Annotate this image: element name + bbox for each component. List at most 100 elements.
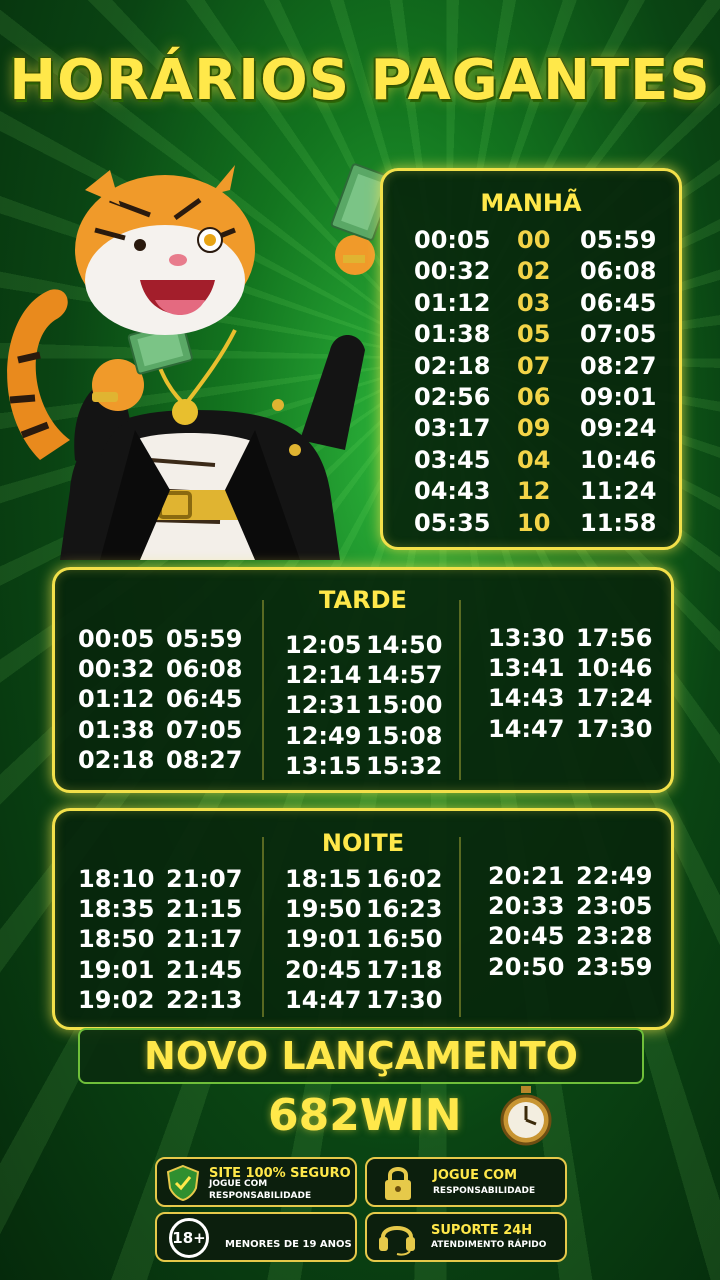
afternoon-time-value: 15:32	[366, 751, 443, 780]
afternoon-divider-1	[262, 600, 264, 780]
support-badge-title: SUPORTE 24H	[431, 1223, 533, 1238]
morning-minute-value: 12	[517, 477, 551, 506]
afternoon-time-value: 17:30	[576, 714, 653, 743]
secure-badge-line2: RESPONSABILIDADE	[209, 1191, 312, 1201]
night-time-value: 21:45	[166, 955, 243, 984]
night-time-value: 20:50	[488, 952, 565, 981]
morning-time-value: 08:27	[580, 351, 657, 380]
age-18-icon: 18+	[169, 1218, 209, 1258]
afternoon-time-value: 14:57	[366, 661, 443, 690]
padlock-icon	[385, 1167, 411, 1200]
morning-time-value: 00:32	[414, 257, 491, 286]
play-badge-sub: RESPONSABILIDADE	[433, 1186, 536, 1196]
night-time-value: 18:15	[285, 865, 362, 893]
afternoon-time-value: 13:30	[488, 624, 565, 652]
afternoon-time-value: 13:15	[285, 751, 362, 780]
play-badge-title: JOGUE COM	[433, 1168, 518, 1183]
night-time-value: 23:28	[576, 922, 653, 951]
morning-minute-value: 03	[517, 288, 551, 317]
afternoon-time-value: 08:27	[166, 745, 243, 774]
night-time-value: 17:18	[366, 955, 443, 984]
night-time-value: 20:21	[488, 862, 565, 890]
afternoon-heading: TARDE	[319, 586, 407, 614]
night-time-value: 20:45	[285, 955, 362, 984]
night-time-value: 18:10	[78, 865, 155, 893]
play-responsibly-badge: JOGUE COM RESPONSABILIDADE	[365, 1157, 567, 1207]
afternoon-time-value: 15:00	[366, 691, 443, 720]
morning-time-value: 02:18	[414, 351, 491, 380]
afternoon-time-value: 00:05	[78, 625, 155, 653]
morning-time-value: 01:12	[414, 288, 491, 317]
stopwatch-icon	[500, 1086, 552, 1146]
morning-time-value: 06:45	[580, 288, 657, 317]
night-time-value: 19:50	[285, 895, 362, 924]
morning-time-value: 11:58	[580, 508, 657, 537]
age-restriction-badge: 18+ MENORES DE 19 ANOS	[155, 1212, 357, 1262]
page-title: HORÁRIOS PAGANTES	[9, 48, 711, 113]
afternoon-time-value: 06:45	[166, 685, 243, 714]
morning-time-value: 06:08	[580, 257, 657, 286]
night-time-value: 23:59	[576, 952, 653, 981]
morning-minute-value: 07	[517, 351, 551, 380]
new-launch-banner: NOVO LANÇAMENTO	[78, 1028, 644, 1084]
night-divider-2	[459, 837, 461, 1017]
afternoon-time-value: 02:18	[78, 745, 155, 774]
night-time-value: 14:47	[285, 985, 362, 1014]
afternoon-time-value: 01:12	[78, 685, 155, 714]
afternoon-time-value: 15:08	[366, 721, 443, 750]
afternoon-time-value: 00:32	[78, 655, 155, 684]
afternoon-time-value: 17:56	[576, 624, 653, 652]
age-badge-text: MENORES DE 19 ANOS	[225, 1239, 352, 1250]
brand-name: 682WIN	[268, 1090, 462, 1141]
night-time-value: 21:15	[166, 895, 243, 924]
morning-time-value: 00:05	[414, 226, 491, 254]
afternoon-time-value: 12:05	[285, 631, 362, 659]
support-badge: SUPORTE 24H ATENDIMENTO RÁPIDO	[365, 1212, 567, 1262]
shield-icon	[166, 1164, 200, 1202]
support-badge-sub: ATENDIMENTO RÁPIDO	[431, 1240, 547, 1250]
afternoon-time-value: 12:14	[285, 661, 362, 690]
afternoon-time-value: 10:46	[576, 654, 653, 683]
morning-minute-value: 05	[517, 320, 551, 349]
afternoon-time-value: 13:41	[488, 654, 565, 683]
morning-time-value: 07:05	[580, 320, 657, 349]
night-time-value: 17:30	[366, 985, 443, 1014]
afternoon-time-value: 17:24	[576, 684, 653, 713]
morning-minute-value: 00	[517, 226, 551, 254]
morning-minute-value: 04	[517, 445, 551, 474]
afternoon-time-value: 01:38	[78, 715, 155, 744]
night-time-value: 19:01	[78, 955, 155, 984]
night-time-value: 21:07	[166, 865, 243, 893]
night-time-value: 22:13	[166, 985, 243, 1014]
morning-time-value: 05:59	[580, 226, 657, 254]
night-time-value: 19:01	[285, 925, 362, 954]
morning-time-value: 09:01	[580, 383, 657, 411]
afternoon-time-value: 14:50	[366, 631, 443, 659]
night-time-value: 20:45	[488, 922, 565, 951]
tiger-mascot-illustration	[7, 163, 390, 560]
morning-time-value: 03:17	[414, 414, 491, 443]
afternoon-time-value: 06:08	[166, 655, 243, 684]
morning-minute-value: 09	[517, 414, 551, 443]
morning-time-value: 01:38	[414, 320, 491, 349]
night-time-value: 18:50	[78, 925, 155, 954]
night-time-value: 20:33	[488, 892, 565, 921]
morning-minute-value: 10	[517, 508, 551, 537]
afternoon-time-value: 05:59	[166, 625, 243, 653]
night-time-value: 22:49	[576, 862, 653, 890]
night-time-value: 23:05	[576, 892, 653, 921]
morning-time-value: 02:56	[414, 383, 491, 411]
morning-minute-value: 02	[517, 257, 551, 286]
afternoon-time-value: 07:05	[166, 715, 243, 744]
morning-minute-value: 06	[517, 383, 551, 411]
headset-icon	[379, 1226, 415, 1256]
night-time-value: 19:02	[78, 985, 155, 1014]
afternoon-divider-2	[459, 600, 461, 780]
night-time-value: 18:35	[78, 895, 155, 924]
night-time-value: 21:17	[166, 925, 243, 954]
night-time-value: 16:02	[366, 865, 443, 893]
morning-heading: MANHÃ	[480, 189, 582, 217]
secure-badge-line1: JOGUE COM	[209, 1179, 268, 1189]
afternoon-time-value: 14:43	[488, 684, 565, 713]
morning-time-value: 11:24	[580, 477, 657, 506]
